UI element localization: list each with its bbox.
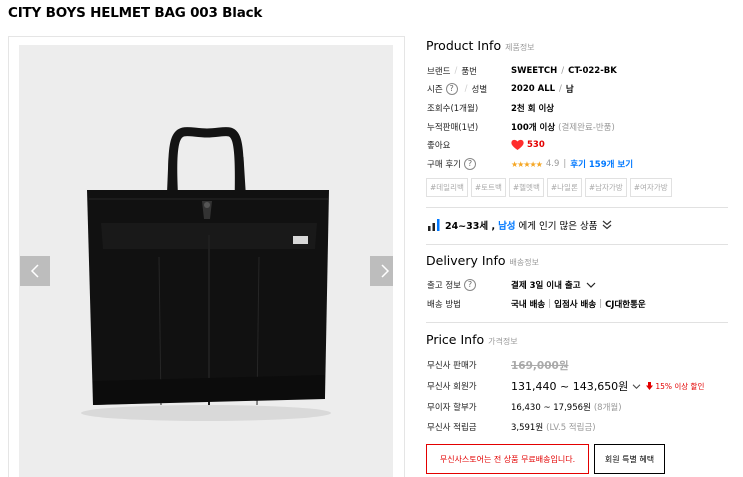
double-chevron-down-icon xyxy=(602,220,611,230)
divider xyxy=(426,244,728,245)
price-info-title: Price Info xyxy=(426,332,485,347)
bar-chart-icon xyxy=(428,219,440,231)
shipping-value: 결제 3일 이내 출고 xyxy=(511,281,581,291)
sales-note: (결제완료-반품) xyxy=(558,123,615,133)
likes-count: 530 xyxy=(527,140,545,150)
divider xyxy=(426,207,728,208)
shipping-row: 출고 정보? 결제 3일 이내 출고 xyxy=(427,277,596,293)
popular-with-row[interactable]: 24~33세 , 남성 에게 인기 많은 상품 xyxy=(427,218,612,232)
review-link[interactable]: 후기 159개 보기 xyxy=(570,158,633,170)
brand-link[interactable]: SWEETCH xyxy=(511,66,557,76)
product-title: CITY BOYS HELMET BAG 003 Black xyxy=(8,5,263,21)
prev-image-button[interactable] xyxy=(20,256,50,286)
tag-item[interactable]: #토트백 xyxy=(470,178,506,197)
chevron-right-icon xyxy=(381,264,390,278)
likes-row: 좋아요 530 xyxy=(427,137,545,153)
sales-label: 누적판매(1년) xyxy=(427,123,479,133)
member-price: 131,440 ~ 143,650원 xyxy=(511,380,629,393)
product-info-subtitle: 제품정보 xyxy=(505,43,535,52)
tag-list: #데일리백 #토트백 #헬멧백 #나일론 #남자가방 #여자가방 xyxy=(426,178,728,197)
product-code: CT-022-BK xyxy=(568,66,617,76)
question-icon[interactable]: ? xyxy=(463,158,476,170)
gender-label: 성별 xyxy=(471,85,488,95)
product-image xyxy=(19,45,393,477)
delivery-method-3: CJ대한통운 xyxy=(605,300,646,310)
tag-item[interactable]: #헬멧백 xyxy=(508,178,544,197)
like-button[interactable]: 530 xyxy=(511,139,545,151)
chevron-down-icon xyxy=(586,282,595,288)
delivery-info-title: Delivery Info xyxy=(426,253,506,268)
question-icon[interactable]: ? xyxy=(445,83,458,95)
installment-row: 무이자 할부가 16,430 ~ 17,956원 (8개월) xyxy=(427,399,622,415)
shipping-label: 출고 정보 xyxy=(427,281,461,291)
musinsa-price-label: 무신사 판매가 xyxy=(427,361,477,371)
product-info-heading: Product Info 제품정보 xyxy=(426,38,535,53)
delivery-method-1: 국내 배송 xyxy=(511,300,546,310)
review-label: 구매 후기 xyxy=(427,160,461,170)
tag-item[interactable]: #여자가방 xyxy=(629,178,672,197)
likes-label: 좋아요 xyxy=(427,141,451,151)
helmet-bag-image xyxy=(19,45,393,477)
tag-item[interactable]: #나일론 xyxy=(546,178,582,197)
popular-suffix: 에게 인기 많은 상품 xyxy=(518,221,598,232)
points-note: (LV.5 적립금) xyxy=(546,423,596,433)
tag-item[interactable]: #남자가방 xyxy=(584,178,627,197)
question-icon[interactable]: ? xyxy=(463,279,476,291)
views-row: 조회수(1개월) 2천 회 이상 xyxy=(427,100,554,116)
brand-row: 브랜드 / 품번 SWEETCH / CT-022-BK xyxy=(427,66,617,77)
views-value: 2천 회 이상 xyxy=(511,104,555,114)
delivery-info-subtitle: 배송정보 xyxy=(509,258,539,267)
free-shipping-button[interactable]: 무신사스토어는 전 상품 무료배송입니다. xyxy=(426,444,589,474)
tag-item[interactable]: #데일리백 xyxy=(426,178,468,197)
views-label: 조회수(1개월) xyxy=(427,104,479,114)
heart-icon xyxy=(511,139,524,150)
season-label: 시즌 xyxy=(427,85,443,95)
star-rating-icon: ★★★★★ xyxy=(511,159,543,169)
delivery-method-label: 배송 방법 xyxy=(427,300,461,310)
product-info-title: Product Info xyxy=(426,38,502,53)
popular-gender: 남성 xyxy=(498,221,516,232)
member-discount: 15% 이상 할인 xyxy=(655,381,705,391)
installment-note: (8개월) xyxy=(593,403,622,413)
gender-value: 남 xyxy=(565,85,574,95)
price-info-subtitle: 가격정보 xyxy=(488,337,518,346)
product-gallery xyxy=(8,36,405,477)
review-row: 구매 후기? ★★★★★ 4.9 | 후기 159개 보기 xyxy=(427,158,634,170)
season-row: 시즌? / 성별 2020 ALL / 남 xyxy=(427,83,574,95)
member-price-row: 무신사 회원가 131,440 ~ 143,650원 15% 이상 할인 xyxy=(427,377,704,395)
brand-label: 브랜드 xyxy=(427,67,451,77)
season-value: 2020 ALL xyxy=(511,84,556,94)
installment-value: 16,430 ~ 17,956원 xyxy=(511,403,591,413)
next-image-button[interactable] xyxy=(370,256,393,286)
sales-value: 100개 이상 xyxy=(511,123,556,133)
original-price: 169,000원 xyxy=(511,359,569,372)
popular-age: 24~33세 , xyxy=(445,221,496,232)
installment-label: 무이자 할부가 xyxy=(427,403,477,413)
musinsa-price-row: 무신사 판매가 169,000원 xyxy=(427,357,568,373)
points-value: 3,591원 xyxy=(511,423,544,433)
points-label: 무신사 적립금 xyxy=(427,423,477,433)
sales-row: 누적판매(1년) 100개 이상 (결제완료-반품) xyxy=(427,119,615,135)
delivery-info-heading: Delivery Info 배송정보 xyxy=(426,253,539,268)
member-benefit-button[interactable]: 회원 특별 혜택 xyxy=(594,444,665,474)
points-row: 무신사 적립금 3,591원 (LV.5 적립금) xyxy=(427,419,596,435)
delivery-method-row: 배송 방법 국내 배송 | 입점사 배송 | CJ대한통운 xyxy=(427,299,646,310)
price-info-heading: Price Info 가격정보 xyxy=(426,332,518,347)
chevron-down-icon xyxy=(632,383,641,389)
shipping-dropdown[interactable]: 결제 3일 이내 출고 xyxy=(511,279,596,291)
product-code-label: 품번 xyxy=(461,67,477,77)
rating-value: 4.9 xyxy=(545,159,560,169)
delivery-method-2: 입점사 배송 xyxy=(554,300,597,310)
member-price-dropdown[interactable]: 131,440 ~ 143,650원 15% 이상 할인 xyxy=(511,378,704,394)
chevron-left-icon xyxy=(30,264,39,278)
arrow-down-icon xyxy=(646,382,654,390)
member-price-label: 무신사 회원가 xyxy=(427,382,477,392)
divider xyxy=(426,322,728,323)
